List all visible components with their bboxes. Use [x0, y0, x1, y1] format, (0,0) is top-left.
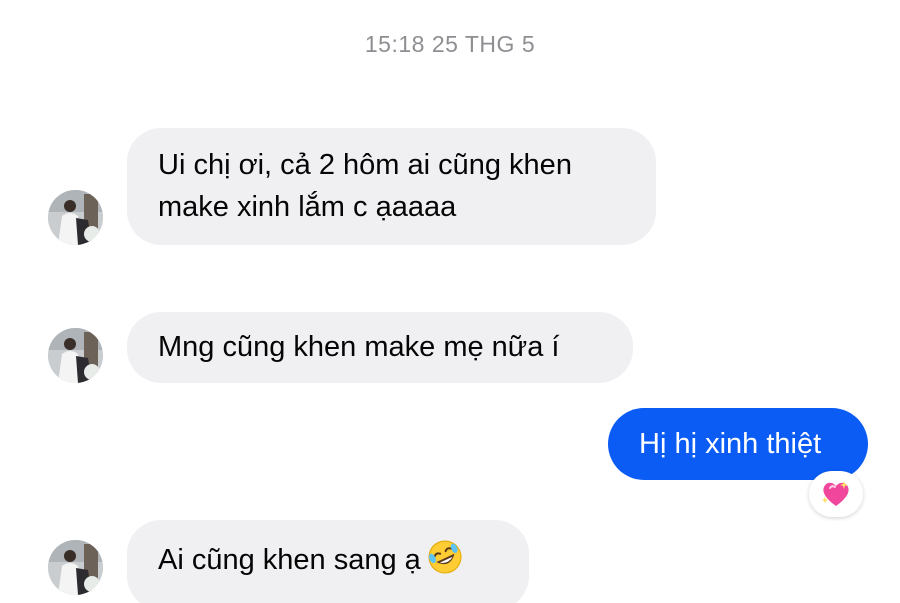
- incoming-message-bubble[interactable]: Mng cũng khen make mẹ nữa í: [127, 312, 633, 383]
- message-text-line: Ai cũng khen sang ạ: [158, 544, 421, 576]
- avatar-photo-icon: [48, 540, 103, 595]
- incoming-message-bubble[interactable]: Ai cũng khen sang ạ: [127, 520, 529, 603]
- avatar-photo-icon: [48, 328, 103, 383]
- message-text-line: Mng cũng khen make mẹ nữa í: [158, 331, 560, 363]
- message-text-line: make xinh lắm c ạaaaa: [158, 191, 457, 223]
- avatar-photo-icon: [48, 190, 103, 245]
- chat-screen: 15:18 25 THG 5 Ui chị ơi, cả 2 hôm ai cũ…: [0, 0, 900, 603]
- incoming-message-bubble[interactable]: Ui chị ơi, cả 2 hôm ai cũng khen make xi…: [127, 128, 656, 245]
- message-text-line: Ui chị ơi, cả 2 hôm ai cũng khen: [158, 149, 572, 181]
- message-timestamp: 15:18 25 THG 5: [364, 31, 536, 57]
- avatar[interactable]: [48, 328, 103, 383]
- message-text-line: Hị hị xinh thiệt: [639, 428, 822, 460]
- avatar[interactable]: [48, 190, 103, 245]
- sparkling-heart-icon: [822, 481, 849, 506]
- message-reaction[interactable]: [809, 471, 863, 517]
- outgoing-message-bubble[interactable]: Hị hị xinh thiệt: [608, 408, 868, 480]
- avatar[interactable]: [48, 540, 103, 595]
- rolling-on-floor-laughing-icon: [427, 539, 463, 587]
